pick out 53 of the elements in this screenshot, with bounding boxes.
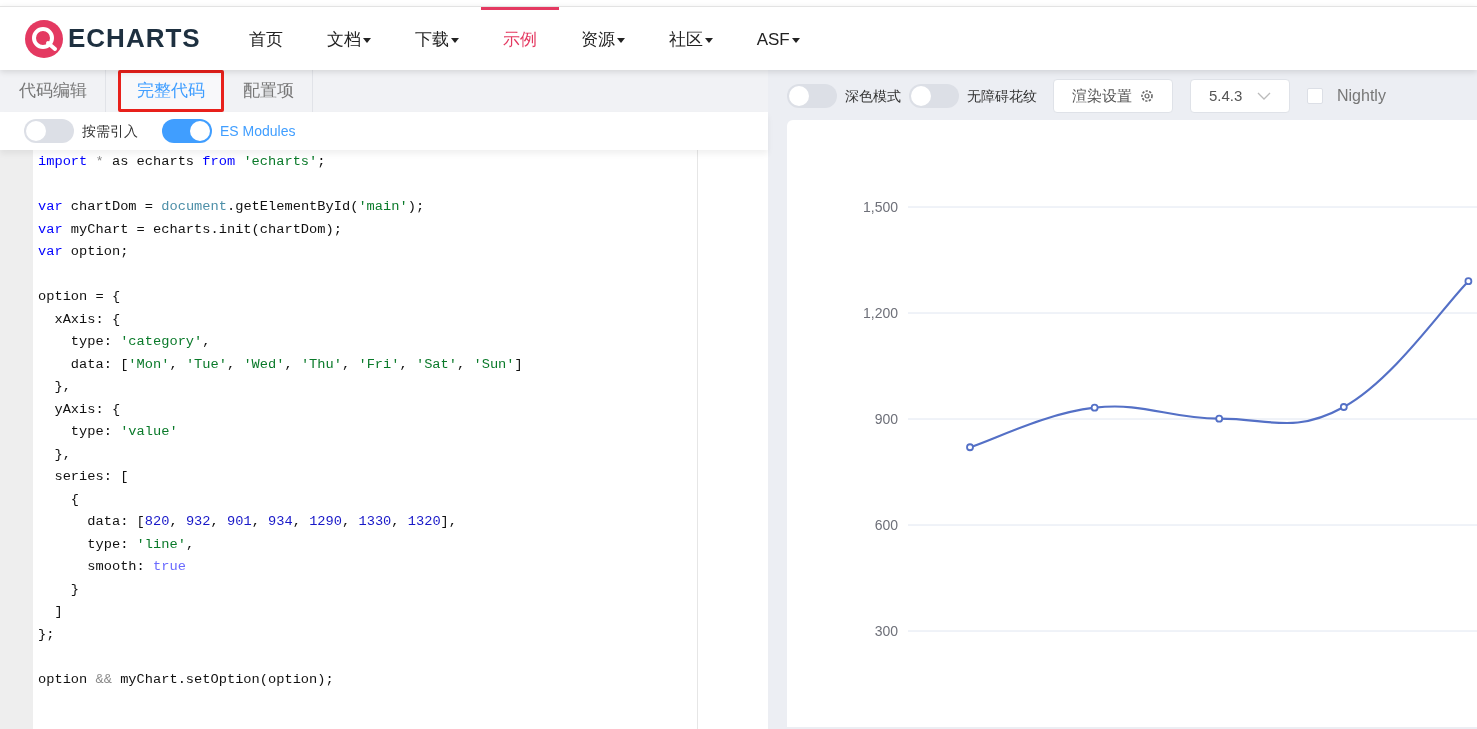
toggle-label: 深色模式	[845, 86, 901, 106]
data-point	[1215, 414, 1224, 423]
version-select[interactable]: 5.4.3	[1190, 79, 1290, 113]
settings-icon	[1140, 89, 1154, 103]
code-line: option && myChart.setOption(option);	[37, 670, 335, 689]
code-line: xAxis: {	[53, 310, 122, 329]
code-line: },	[53, 445, 72, 464]
nightly-checkbox[interactable]	[1307, 88, 1323, 104]
code-line: type: 'line',	[86, 535, 196, 554]
code-line: import * as echarts from 'echarts';	[37, 153, 327, 171]
axis-label: 600	[874, 517, 898, 533]
code-line: type: 'category',	[69, 333, 212, 351]
code-line: option = {	[37, 288, 122, 306]
checkbox-label: Nightly	[1337, 86, 1386, 106]
nav-link[interactable]: 下载	[392, 7, 481, 70]
toggle-label: ES Modules	[220, 121, 296, 141]
data-point	[1464, 277, 1473, 286]
nav-link[interactable]: ASF	[734, 7, 822, 70]
code-line: ]	[53, 603, 64, 621]
code-line: var option;	[37, 243, 130, 261]
toggle-label: 按需引入	[82, 121, 138, 141]
render-settings-button[interactable]: 渲染设置	[1053, 79, 1173, 113]
code-line: var chartDom = document.getElementById('main');	[37, 198, 426, 216]
code-line: yAxis: {	[53, 400, 122, 419]
code-line: },	[53, 378, 72, 396]
data-point	[1090, 403, 1099, 412]
data-point	[1339, 403, 1348, 411]
toggle-label: 无障碍花纹	[967, 86, 1037, 106]
code-line: data: ['Mon', 'Tue', 'Wed', 'Thu', 'Fri', 'Sat', 'Sun']	[69, 355, 524, 374]
code-line: };	[37, 625, 56, 644]
nav-link[interactable]: 资源	[558, 7, 647, 70]
toggle-switch[interactable]	[24, 119, 74, 143]
code-line: }	[69, 580, 81, 599]
code-line: var myChart = echarts.init(chartDom);	[37, 220, 343, 239]
nav-link[interactable]: 首页	[226, 7, 305, 70]
logo-icon	[24, 18, 64, 59]
code-line: data: [820, 932, 901, 934, 1290, 1330, 1320],	[86, 513, 459, 531]
axis-label: 300	[874, 623, 898, 639]
axis-label: 900	[874, 411, 898, 427]
code-line: series: [	[53, 468, 130, 486]
code-line: {	[69, 490, 81, 509]
code-line: type: 'value'	[69, 423, 179, 441]
toggle-switch[interactable]	[787, 84, 837, 108]
toggle-switch[interactable]	[162, 119, 212, 143]
code-line: smooth: true	[86, 558, 187, 576]
chevron-down-icon	[1257, 92, 1271, 100]
data-point	[966, 443, 974, 452]
nav-link[interactable]: 社区	[646, 7, 735, 70]
axis-label: 1,500	[862, 199, 898, 215]
toggle-switch[interactable]	[909, 84, 959, 108]
nav-link[interactable]: 文档	[304, 7, 393, 70]
brand-name[interactable]: ECHARTS	[68, 19, 201, 58]
axis-label: 1,200	[862, 305, 898, 321]
